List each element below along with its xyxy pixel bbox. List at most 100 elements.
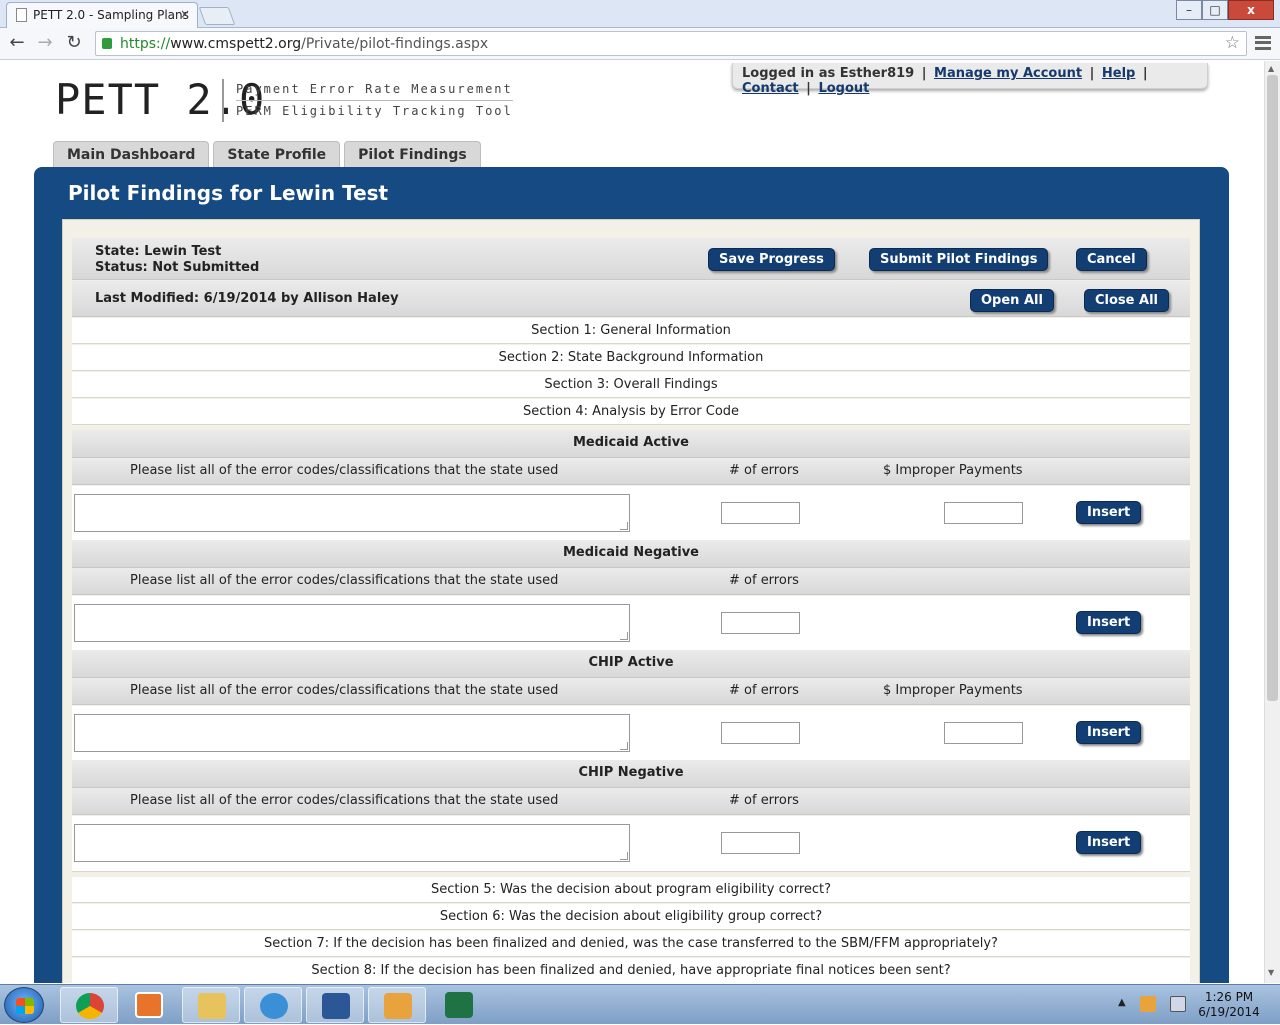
section-8-header[interactable]: Section 8: If the decision has been fina… xyxy=(72,958,1190,983)
last-modified-label: Last Modified: 6/19/2014 by Allison Hale… xyxy=(95,291,399,306)
page-viewport: PETT 2.0 Payment Error Rate Measurement … xyxy=(0,61,1264,983)
errors-count-input[interactable] xyxy=(721,722,800,744)
clock-time: 1:26 PM xyxy=(1204,990,1254,1004)
group-title: CHIP Negative xyxy=(72,760,1190,788)
windows-logo-icon xyxy=(16,998,34,1014)
network-icon[interactable] xyxy=(1170,996,1186,1012)
section-2-header[interactable]: Section 2: State Background Information xyxy=(72,345,1190,371)
error-codes-textarea[interactable] xyxy=(74,824,630,862)
back-icon[interactable]: ← xyxy=(6,32,28,54)
chrome-icon xyxy=(76,993,104,1019)
taskbar-chrome[interactable] xyxy=(60,987,118,1023)
main-nav-tabs: Main Dashboard State Profile Pilot Findi… xyxy=(53,141,485,169)
section-4-header[interactable]: Section 4: Analysis by Error Code xyxy=(72,399,1190,425)
col-codes-label: Please list all of the error codes/class… xyxy=(130,463,559,478)
group-title: Medicaid Negative xyxy=(72,540,1190,568)
scrollbar-thumb[interactable] xyxy=(1267,75,1278,701)
browser-menu-icon[interactable] xyxy=(1255,36,1271,50)
section-1-header[interactable]: Section 1: General Information xyxy=(72,318,1190,344)
close-all-button[interactable]: Close All xyxy=(1084,289,1169,312)
save-progress-button[interactable]: Save Progress xyxy=(708,248,835,271)
forward-icon[interactable]: → xyxy=(34,32,56,54)
error-codes-textarea[interactable] xyxy=(74,604,630,642)
help-link[interactable]: Help xyxy=(1102,66,1135,81)
logout-link[interactable]: Logout xyxy=(818,81,869,96)
separator: | xyxy=(806,81,811,96)
page-scrollbar[interactable]: ▲ ▼ xyxy=(1264,61,1280,983)
section-5-header[interactable]: Section 5: Was the decision about progra… xyxy=(72,877,1190,903)
taskbar-explorer[interactable] xyxy=(182,987,240,1023)
clock-date: 6/19/2014 xyxy=(1198,1005,1260,1019)
system-clock[interactable]: 1:26 PM 6/19/2014 xyxy=(1196,990,1262,1020)
windows-taskbar: ▲ 1:26 PM 6/19/2014 xyxy=(0,984,1280,1024)
taskbar-media-player[interactable] xyxy=(120,987,178,1023)
section-7-header[interactable]: Section 7: If the decision has been fina… xyxy=(72,931,1190,957)
folder-icon xyxy=(198,993,226,1019)
minimize-button[interactable]: – xyxy=(1176,0,1202,20)
contact-link[interactable]: Contact xyxy=(742,81,799,96)
show-hidden-icons[interactable]: ▲ xyxy=(1118,997,1126,1008)
word-icon xyxy=(322,993,350,1019)
col-payments-label: $ Improper Payments xyxy=(883,463,1023,478)
separator: | xyxy=(1142,66,1148,81)
reload-icon[interactable]: ↻ xyxy=(63,32,85,54)
address-bar[interactable]: https://www.cmspett2.org/Private/pilot-f… xyxy=(95,31,1247,56)
last-modified-header: Last Modified: 6/19/2014 by Allison Hale… xyxy=(72,281,1190,317)
url-protocol: https:// xyxy=(120,36,171,52)
bookmark-star-icon[interactable]: ☆ xyxy=(1225,33,1240,53)
col-errors-label: # of errors xyxy=(729,463,799,478)
maximize-button[interactable]: □ xyxy=(1202,0,1228,20)
status-header: State: Lewin Test Status: Not Submitted … xyxy=(72,238,1190,280)
start-button[interactable] xyxy=(4,987,44,1023)
insert-button[interactable]: Insert xyxy=(1076,721,1142,744)
errors-count-input[interactable] xyxy=(721,612,800,634)
separator: | xyxy=(921,66,927,81)
col-errors-label: # of errors xyxy=(729,793,799,808)
taskbar-internet-explorer[interactable] xyxy=(244,987,302,1023)
new-tab-button[interactable] xyxy=(198,7,236,25)
input-row: Insert xyxy=(72,486,1190,542)
media-player-icon xyxy=(135,992,163,1018)
logged-in-label: Logged in as Esther819 xyxy=(742,66,915,81)
browser-toolbar: ← → ↻ https://www.cmspett2.org/Private/p… xyxy=(0,28,1280,60)
submit-pilot-findings-button[interactable]: Submit Pilot Findings xyxy=(869,248,1049,271)
open-all-button[interactable]: Open All xyxy=(970,289,1054,312)
tab-main-dashboard[interactable]: Main Dashboard xyxy=(53,141,210,169)
browser-tab[interactable]: PETT 2.0 - Sampling Plans × xyxy=(6,2,198,28)
section-6-header[interactable]: Section 6: Was the decision about eligib… xyxy=(72,904,1190,930)
group-title: Medicaid Active xyxy=(72,430,1190,458)
manage-account-link[interactable]: Manage my Account xyxy=(934,66,1082,81)
insert-button[interactable]: Insert xyxy=(1076,831,1142,854)
errors-count-input[interactable] xyxy=(721,502,800,524)
close-window-button[interactable]: x xyxy=(1228,0,1274,20)
input-row: Insert xyxy=(72,706,1190,762)
col-payments-label: $ Improper Payments xyxy=(883,683,1023,698)
tab-state-profile[interactable]: State Profile xyxy=(213,141,341,169)
tab-title: PETT 2.0 - Sampling Plans xyxy=(33,8,189,22)
group-title: CHIP Active xyxy=(72,650,1190,678)
taskbar-outlook[interactable] xyxy=(368,987,426,1023)
column-headers: Please list all of the error codes/class… xyxy=(72,678,1190,705)
outlook-icon xyxy=(384,993,412,1019)
section-3-header[interactable]: Section 3: Overall Findings xyxy=(72,372,1190,398)
scroll-up-icon[interactable]: ▲ xyxy=(1268,64,1274,73)
cancel-button[interactable]: Cancel xyxy=(1076,248,1147,271)
error-codes-textarea[interactable] xyxy=(74,494,630,532)
col-codes-label: Please list all of the error codes/class… xyxy=(130,793,559,808)
errors-count-input[interactable] xyxy=(721,832,800,854)
tab-pilot-findings[interactable]: Pilot Findings xyxy=(344,141,481,169)
improper-payments-input[interactable] xyxy=(944,502,1023,524)
improper-payments-input[interactable] xyxy=(944,722,1023,744)
input-row: Insert xyxy=(72,816,1190,872)
outlook-tray-icon[interactable] xyxy=(1140,996,1156,1012)
taskbar-word[interactable] xyxy=(306,987,364,1023)
scroll-down-icon[interactable]: ▼ xyxy=(1268,968,1274,977)
tab-close-icon[interactable]: × xyxy=(180,7,190,21)
logo-tagline: Payment Error Rate Measurement PERM Elig… xyxy=(222,79,513,122)
insert-button[interactable]: Insert xyxy=(1076,611,1142,634)
insert-button[interactable]: Insert xyxy=(1076,501,1142,524)
column-headers: Please list all of the error codes/class… xyxy=(72,568,1190,595)
taskbar-excel[interactable] xyxy=(430,987,488,1023)
error-codes-textarea[interactable] xyxy=(74,714,630,752)
column-headers: Please list all of the error codes/class… xyxy=(72,788,1190,815)
